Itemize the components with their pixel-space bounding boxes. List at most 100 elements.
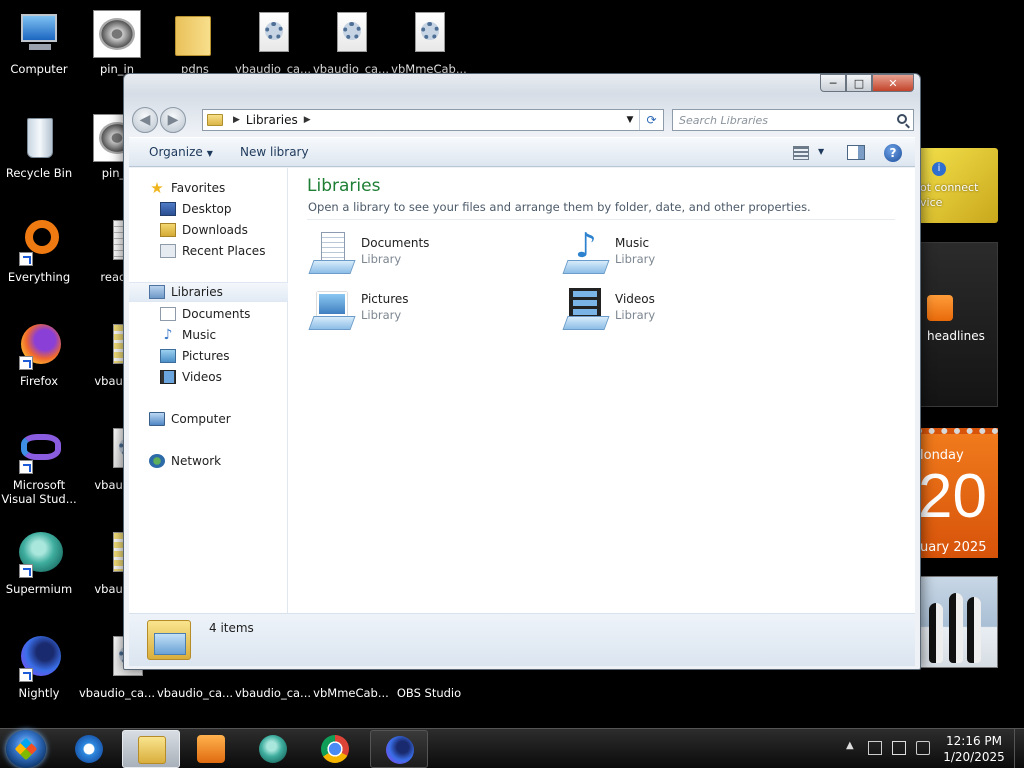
calendar-month: uary 2025 <box>920 540 987 555</box>
nav-item-pictures[interactable]: Pictures <box>129 346 288 366</box>
explorer-window: ─ □ ✕ ◀ ▶ ▶ Libraries ▶ ▼ ⟳ Organize▼ Ne… <box>123 73 921 670</box>
change-view-icon[interactable] <box>793 146 809 160</box>
refresh-button[interactable]: ⟳ <box>639 110 663 130</box>
internet-explorer-icon <box>75 735 103 763</box>
desktop-icon-everything[interactable]: Everything <box>0 212 78 300</box>
desktop-icon-label: Everything <box>7 270 71 284</box>
desktop-icon-label: OBS Studio <box>396 686 462 700</box>
forward-button[interactable]: ▶ <box>160 107 186 133</box>
search-icon[interactable] <box>897 114 907 124</box>
taskbar-internet-explorer[interactable] <box>60 730 118 768</box>
start-button[interactable] <box>6 730 46 768</box>
taskbar-chrome[interactable] <box>306 730 364 768</box>
libraries-content: Libraries Open a library to see your fil… <box>289 168 915 613</box>
show-desktop-button[interactable] <box>1014 729 1024 768</box>
address-history-dropdown[interactable]: ▼ <box>623 110 637 130</box>
nav-item-downloads[interactable]: Downloads <box>129 220 288 240</box>
desktop-icon-firefox[interactable]: Firefox <box>0 316 78 404</box>
help-icon[interactable]: ? <box>884 144 902 162</box>
nav-item-videos[interactable]: Videos <box>129 367 288 387</box>
nav-item-desktop[interactable]: Desktop <box>129 199 288 219</box>
search-box[interactable] <box>672 109 914 131</box>
desktop-icon-nightly[interactable]: Nightly <box>0 628 78 716</box>
nav-item-recent-places[interactable]: Recent Places <box>129 241 288 261</box>
desktop-icon-label: Supermium <box>5 582 73 596</box>
library-tile-pictures[interactable]: Pictures Library <box>307 286 547 332</box>
preview-pane-icon[interactable] <box>847 145 865 160</box>
explorer-body: ★ Favorites Desktop Downloads Recent Pla… <box>129 168 915 614</box>
taskbar-file-explorer[interactable] <box>122 730 180 768</box>
search-input[interactable] <box>673 113 883 127</box>
shortcut-arrow-icon <box>19 668 33 682</box>
taskbar-media-player[interactable] <box>182 730 240 768</box>
videos-library-icon <box>561 286 610 332</box>
close-button[interactable]: ✕ <box>872 74 914 92</box>
settings-file-icon <box>249 10 297 58</box>
system-clock[interactable]: 12:16 PM 1/20/2025 <box>936 733 1012 765</box>
nav-item-music[interactable]: ♪ Music <box>129 325 288 345</box>
taskbar-supermium[interactable] <box>244 730 302 768</box>
desktop-icon-label: vbaudio_ca... <box>234 686 312 700</box>
library-kind: Library <box>615 308 656 322</box>
penguin-image <box>929 603 943 663</box>
calendar-gadget[interactable]: londay 20 uary 2025 <box>916 428 998 558</box>
minimize-button[interactable]: ─ <box>820 74 846 92</box>
volume-icon[interactable] <box>916 741 930 755</box>
nav-item-favorites[interactable]: ★ Favorites <box>129 178 288 198</box>
desktop-icon-label: vbMmeCab... <box>313 686 389 700</box>
library-tile-music[interactable]: ♪ Music Library <box>561 226 801 276</box>
reel-icon <box>93 10 141 58</box>
slideshow-gadget[interactable] <box>916 576 998 668</box>
breadcrumb-separator-icon[interactable]: ▶ <box>304 115 311 125</box>
action-center-flag-icon[interactable] <box>892 741 906 755</box>
navigation-pane: ★ Favorites Desktop Downloads Recent Pla… <box>129 168 288 613</box>
show-hidden-icons-button[interactable]: ▲ <box>846 740 854 751</box>
back-button[interactable]: ◀ <box>132 107 158 133</box>
nav-item-network[interactable]: Network <box>129 451 288 471</box>
desktop-icon-computer[interactable]: Computer <box>0 4 78 92</box>
calendar-date: 20 <box>918 462 987 531</box>
library-name: Pictures <box>361 292 409 306</box>
computer-icon <box>15 10 63 58</box>
desktop-icon-visual-studio[interactable]: Microsoft Visual Stud... <box>0 420 78 508</box>
nav-item-computer[interactable]: Computer <box>129 409 288 429</box>
library-tile-videos[interactable]: Videos Library <box>561 286 801 332</box>
nav-item-libraries[interactable]: Libraries <box>129 282 288 302</box>
navigation-bar: ◀ ▶ ▶ Libraries ▶ ▼ ⟳ <box>130 107 914 133</box>
libraries-icon <box>149 285 165 299</box>
documents-icon <box>160 307 176 321</box>
desktop-icon-label: Microsoft Visual Stud... <box>1 478 77 506</box>
desktop-icon-label: vbaudio_ca... <box>156 686 234 700</box>
page-subtitle: Open a library to see your files and arr… <box>308 200 811 214</box>
network-tray-icon[interactable] <box>868 741 882 755</box>
chevron-down-icon: ▼ <box>206 149 213 158</box>
library-kind: Library <box>361 252 402 266</box>
nav-item-documents[interactable]: Documents <box>129 304 288 324</box>
taskbar-firefox-nightly[interactable] <box>370 730 428 768</box>
clock-time: 12:16 PM <box>946 734 1002 748</box>
taskbar: ▲ 12:16 PM 1/20/2025 <box>0 728 1024 768</box>
library-tile-documents[interactable]: Documents Library <box>307 230 547 276</box>
breadcrumb-libraries[interactable]: Libraries <box>246 113 298 127</box>
organize-button[interactable]: Organize ▼ <box>149 145 213 159</box>
feed-headlines-gadget[interactable]: headlines <box>916 242 998 407</box>
settings-file-icon <box>327 10 375 58</box>
libraries-folder-icon <box>147 620 191 660</box>
music-icon: ♪ <box>163 327 173 343</box>
clock-date: 1/20/2025 <box>943 750 1005 764</box>
view-options-chevron-down-icon[interactable]: ▼ <box>818 147 824 156</box>
penguin-image <box>967 597 981 663</box>
feed-headlines-text: headlines <box>927 329 985 343</box>
desktop-icon-recycle-bin[interactable]: Recycle Bin <box>0 108 78 196</box>
address-bar[interactable]: ▶ Libraries ▶ ▼ ⟳ <box>202 109 664 131</box>
new-library-button[interactable]: New library <box>240 145 309 159</box>
maximize-button[interactable]: □ <box>846 74 872 92</box>
folder-icon <box>171 10 219 58</box>
weather-gadget[interactable]: i ot connect vice <box>916 148 998 223</box>
supermium-icon <box>259 735 287 763</box>
library-name: Music <box>615 236 650 250</box>
everything-icon <box>15 218 63 266</box>
rss-icon <box>927 295 953 321</box>
details-pane: 4 items <box>129 614 915 666</box>
desktop-icon-supermium[interactable]: Supermium <box>0 524 78 612</box>
